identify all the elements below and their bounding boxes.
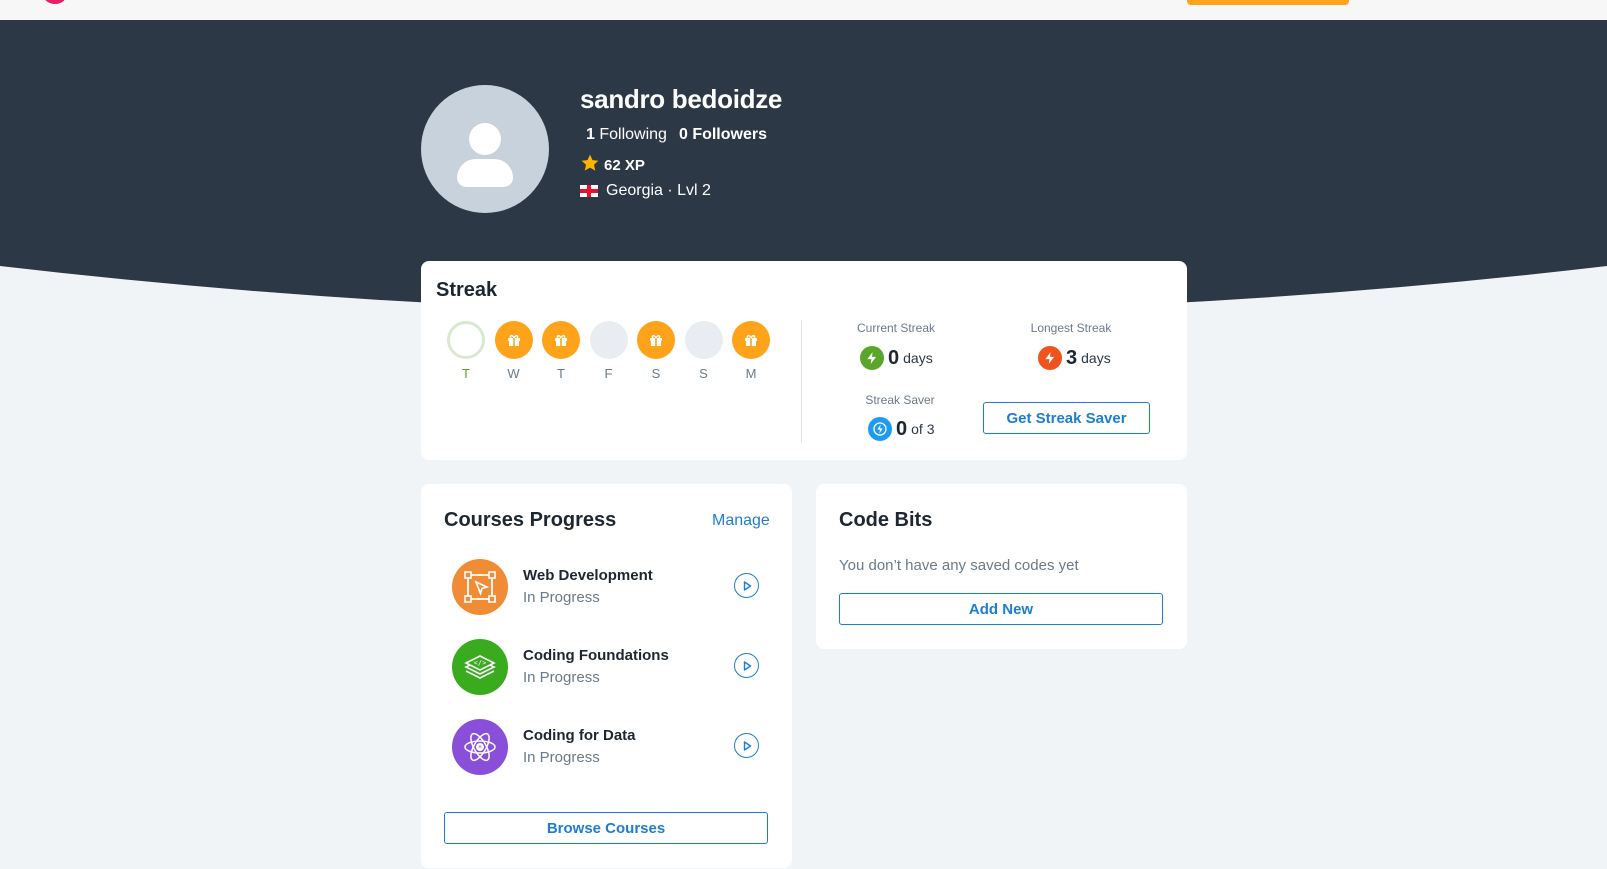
streak-day: T [542, 321, 580, 381]
georgia-flag-icon [580, 185, 598, 197]
day-label: W [507, 366, 520, 381]
streak-day: T [447, 321, 485, 381]
empty-day-dot [589, 321, 628, 359]
course-item-web-development[interactable]: Web Development In Progress [452, 559, 762, 617]
avatar-body [457, 159, 513, 187]
gift-icon [494, 321, 533, 359]
follow-stats: 1 Following 0 Followers [586, 126, 767, 144]
longest-streak-unit: days [1081, 350, 1111, 366]
courses-progress-card: Courses Progress Manage Web Development … [421, 484, 792, 868]
manage-courses-link[interactable]: Manage [712, 512, 770, 530]
country-level-text: Georgia · Lvl 2 [606, 182, 711, 199]
profile-name: sandro bedoidze [580, 84, 783, 114]
course-name: Web Development [523, 567, 653, 584]
streak-saver-label: Streak Saver [865, 393, 935, 407]
following-label: Following [599, 126, 667, 143]
get-streak-saver-button[interactable]: Get Streak Saver [983, 402, 1150, 434]
logo[interactable] [44, 0, 66, 4]
xp-value: 62 XP [604, 156, 645, 174]
streak-divider [801, 321, 802, 443]
course-status: In Progress [523, 589, 600, 606]
current-streak-number: 0 [888, 346, 900, 369]
play-icon[interactable] [734, 733, 759, 758]
day-label: S [699, 366, 708, 381]
streak-saver-number: 0 [896, 417, 908, 440]
svg-text:*: * [478, 744, 482, 752]
courses-progress-title: Courses Progress [444, 509, 617, 531]
gift-icon [637, 321, 675, 359]
streak-saver-unit: of 3 [911, 421, 935, 437]
course-name: Coding Foundations [523, 647, 669, 664]
course-status: In Progress [523, 669, 600, 686]
followers-label: Followers [692, 126, 767, 143]
streak-saver-value: 0 of 3 [868, 417, 934, 441]
browse-courses-button[interactable]: Browse Courses [444, 812, 768, 844]
current-streak-value: 0 days [860, 346, 933, 370]
streak-title: Streak [436, 279, 498, 301]
following-count: 1 [586, 126, 595, 143]
current-streak-unit: days [903, 350, 933, 366]
add-new-code-button[interactable]: Add New [839, 593, 1163, 625]
top-navigation-bar [0, 0, 1607, 20]
course-name: Coding for Data [523, 727, 636, 744]
streak-day: M [732, 321, 770, 381]
longest-streak-value: 3 days [1038, 346, 1111, 370]
streak-day: F [589, 321, 628, 381]
code-bits-title: Code Bits [839, 509, 933, 531]
course-item-coding-foundations[interactable]: </> Coding Foundations In Progress [452, 639, 762, 697]
gift-icon [542, 321, 580, 359]
day-label: T [462, 366, 470, 381]
gift-icon [732, 321, 770, 359]
bolt-icon [1038, 346, 1062, 370]
followers-count: 0 [678, 126, 688, 143]
streak-week: TWTFSSM [447, 321, 770, 381]
code-bits-card: Code Bits You don’t have any saved codes… [816, 484, 1187, 649]
web-development-icon [452, 559, 508, 615]
day-label: F [604, 366, 613, 381]
following-link[interactable]: 1 Following [586, 126, 667, 144]
code-bits-empty-text: You don’t have any saved codes yet [839, 557, 1079, 574]
empty-day-dot [684, 321, 723, 359]
svg-text:</>: </> [474, 659, 487, 667]
coding-foundations-icon: </> [452, 639, 508, 695]
streak-day: W [494, 321, 533, 381]
coding-for-data-icon: * [452, 719, 508, 775]
day-label: T [557, 366, 565, 381]
day-label: M [745, 366, 757, 381]
xp-stat: 62 XP [580, 153, 645, 177]
star-icon [580, 153, 600, 177]
course-item-coding-for-data[interactable]: * Coding for Data In Progress [452, 719, 762, 777]
longest-streak-label: Longest Streak [1030, 321, 1112, 335]
play-icon[interactable] [734, 653, 759, 678]
shield-bolt-icon [868, 417, 892, 441]
play-icon[interactable] [734, 573, 759, 598]
longest-streak-number: 3 [1066, 346, 1078, 369]
streak-card: Streak T W T F S S M Current Streak 0 days Lon… [421, 261, 1187, 460]
bolt-icon [860, 346, 884, 370]
upgrade-button[interactable] [1187, 0, 1349, 5]
country-level: Georgia · Lvl 2 [580, 182, 711, 200]
streak-day: S [637, 321, 675, 381]
current-streak-label: Current Streak [856, 321, 936, 335]
avatar[interactable] [421, 85, 549, 213]
streak-day: S [684, 321, 723, 381]
followers-link[interactable]: 0 Followers [679, 126, 767, 144]
avatar-head [469, 123, 501, 155]
day-label: S [651, 366, 661, 381]
course-status: In Progress [523, 749, 600, 766]
today-ring-icon [447, 321, 485, 359]
